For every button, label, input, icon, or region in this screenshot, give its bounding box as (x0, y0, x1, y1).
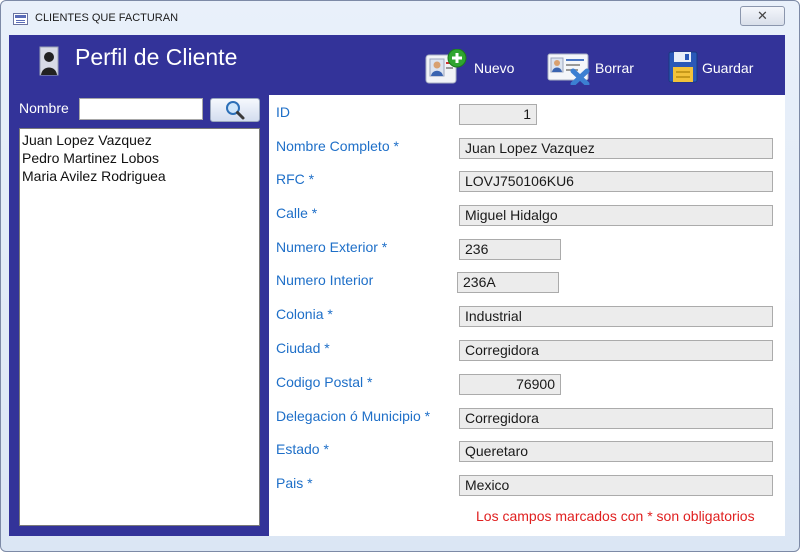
pais-label: Pais * (276, 475, 313, 491)
list-item[interactable]: Juan Lopez Vazquez (22, 131, 257, 149)
delegacion-field[interactable]: Corregidora (459, 408, 773, 429)
new-button-label: Nuevo (474, 60, 515, 76)
estado-field[interactable]: Queretaro (459, 441, 773, 462)
title-bar: CLIENTES QUE FACTURAN ✕ (1, 1, 799, 31)
field-row-nombre: Nombre Completo * Juan Lopez Vazquez (269, 137, 785, 161)
nombre-field[interactable]: Juan Lopez Vazquez (459, 138, 773, 159)
search-icon (226, 101, 245, 120)
estado-label: Estado * (276, 441, 329, 457)
delete-button-label: Borrar (595, 60, 634, 76)
window-title: CLIENTES QUE FACTURAN (35, 12, 179, 24)
num-ext-label: Numero Exterior * (276, 239, 388, 255)
id-label: ID (276, 104, 290, 120)
list-item[interactable]: Pedro Martinez Lobos (22, 149, 257, 167)
field-row-estado: Estado * Queretaro (269, 440, 785, 464)
required-fields-note: Los campos marcados con * son obligatori… (476, 508, 755, 524)
close-button[interactable]: ✕ (740, 6, 785, 26)
list-item[interactable]: Maria Avilez Rodriguea (22, 167, 257, 185)
new-client-icon (425, 49, 467, 84)
client-profile-window: CLIENTES QUE FACTURAN ✕ Perfil de Client… (0, 0, 800, 552)
field-row-num-int: Numero Interior 236A (269, 271, 785, 295)
field-row-num-ext: Numero Exterior * 236 (269, 238, 785, 262)
cp-field[interactable]: 76900 (459, 374, 561, 395)
field-row-delegacion: Delegacion ó Municipio * Corregidora (269, 407, 785, 431)
search-label: Nombre (19, 100, 69, 116)
close-icon: ✕ (757, 8, 768, 23)
num-ext-field[interactable]: 236 (459, 239, 561, 260)
field-row-calle: Calle * Miguel Hidalgo (269, 204, 785, 228)
num-int-field[interactable]: 236A (457, 272, 559, 293)
form-icon (13, 13, 28, 25)
person-silhouette-icon (39, 46, 59, 76)
client-list[interactable]: Juan Lopez Vazquez Pedro Martinez Lobos … (19, 128, 260, 526)
field-row-colonia: Colonia * Industrial (269, 305, 785, 329)
client-detail-panel: ID 1 Nombre Completo * Juan Lopez Vazque… (269, 95, 785, 536)
rfc-field[interactable]: LOVJ750106KU6 (459, 171, 773, 192)
calle-label: Calle * (276, 205, 318, 221)
save-button-label: Guardar (702, 60, 754, 76)
field-row-ciudad: Ciudad * Corregidora (269, 339, 785, 363)
num-int-label: Numero Interior (276, 272, 374, 288)
client-form: Perfil de Cliente Nuevo Borrar Guardar N… (9, 35, 785, 536)
rfc-label: RFC * (276, 171, 315, 187)
delete-client-icon (547, 53, 590, 85)
ciudad-label: Ciudad * (276, 340, 330, 356)
pais-field[interactable]: Mexico (459, 475, 773, 496)
calle-field[interactable]: Miguel Hidalgo (459, 205, 773, 226)
id-field[interactable]: 1 (459, 104, 537, 125)
search-input[interactable] (79, 98, 203, 120)
field-row-rfc: RFC * LOVJ750106KU6 (269, 170, 785, 194)
search-button[interactable] (210, 98, 260, 122)
colonia-field[interactable]: Industrial (459, 306, 773, 327)
cp-label: Codigo Postal * (276, 374, 373, 390)
colonia-label: Colonia * (276, 306, 333, 322)
nombre-label: Nombre Completo * (276, 138, 399, 154)
delegacion-label: Delegacion ó Municipio * (276, 408, 431, 424)
field-row-id: ID 1 (269, 103, 785, 127)
ciudad-field[interactable]: Corregidora (459, 340, 773, 361)
page-title: Perfil de Cliente (75, 44, 238, 70)
field-row-cp: Codigo Postal * 76900 (269, 373, 785, 397)
field-row-pais: Pais * Mexico (269, 474, 785, 498)
